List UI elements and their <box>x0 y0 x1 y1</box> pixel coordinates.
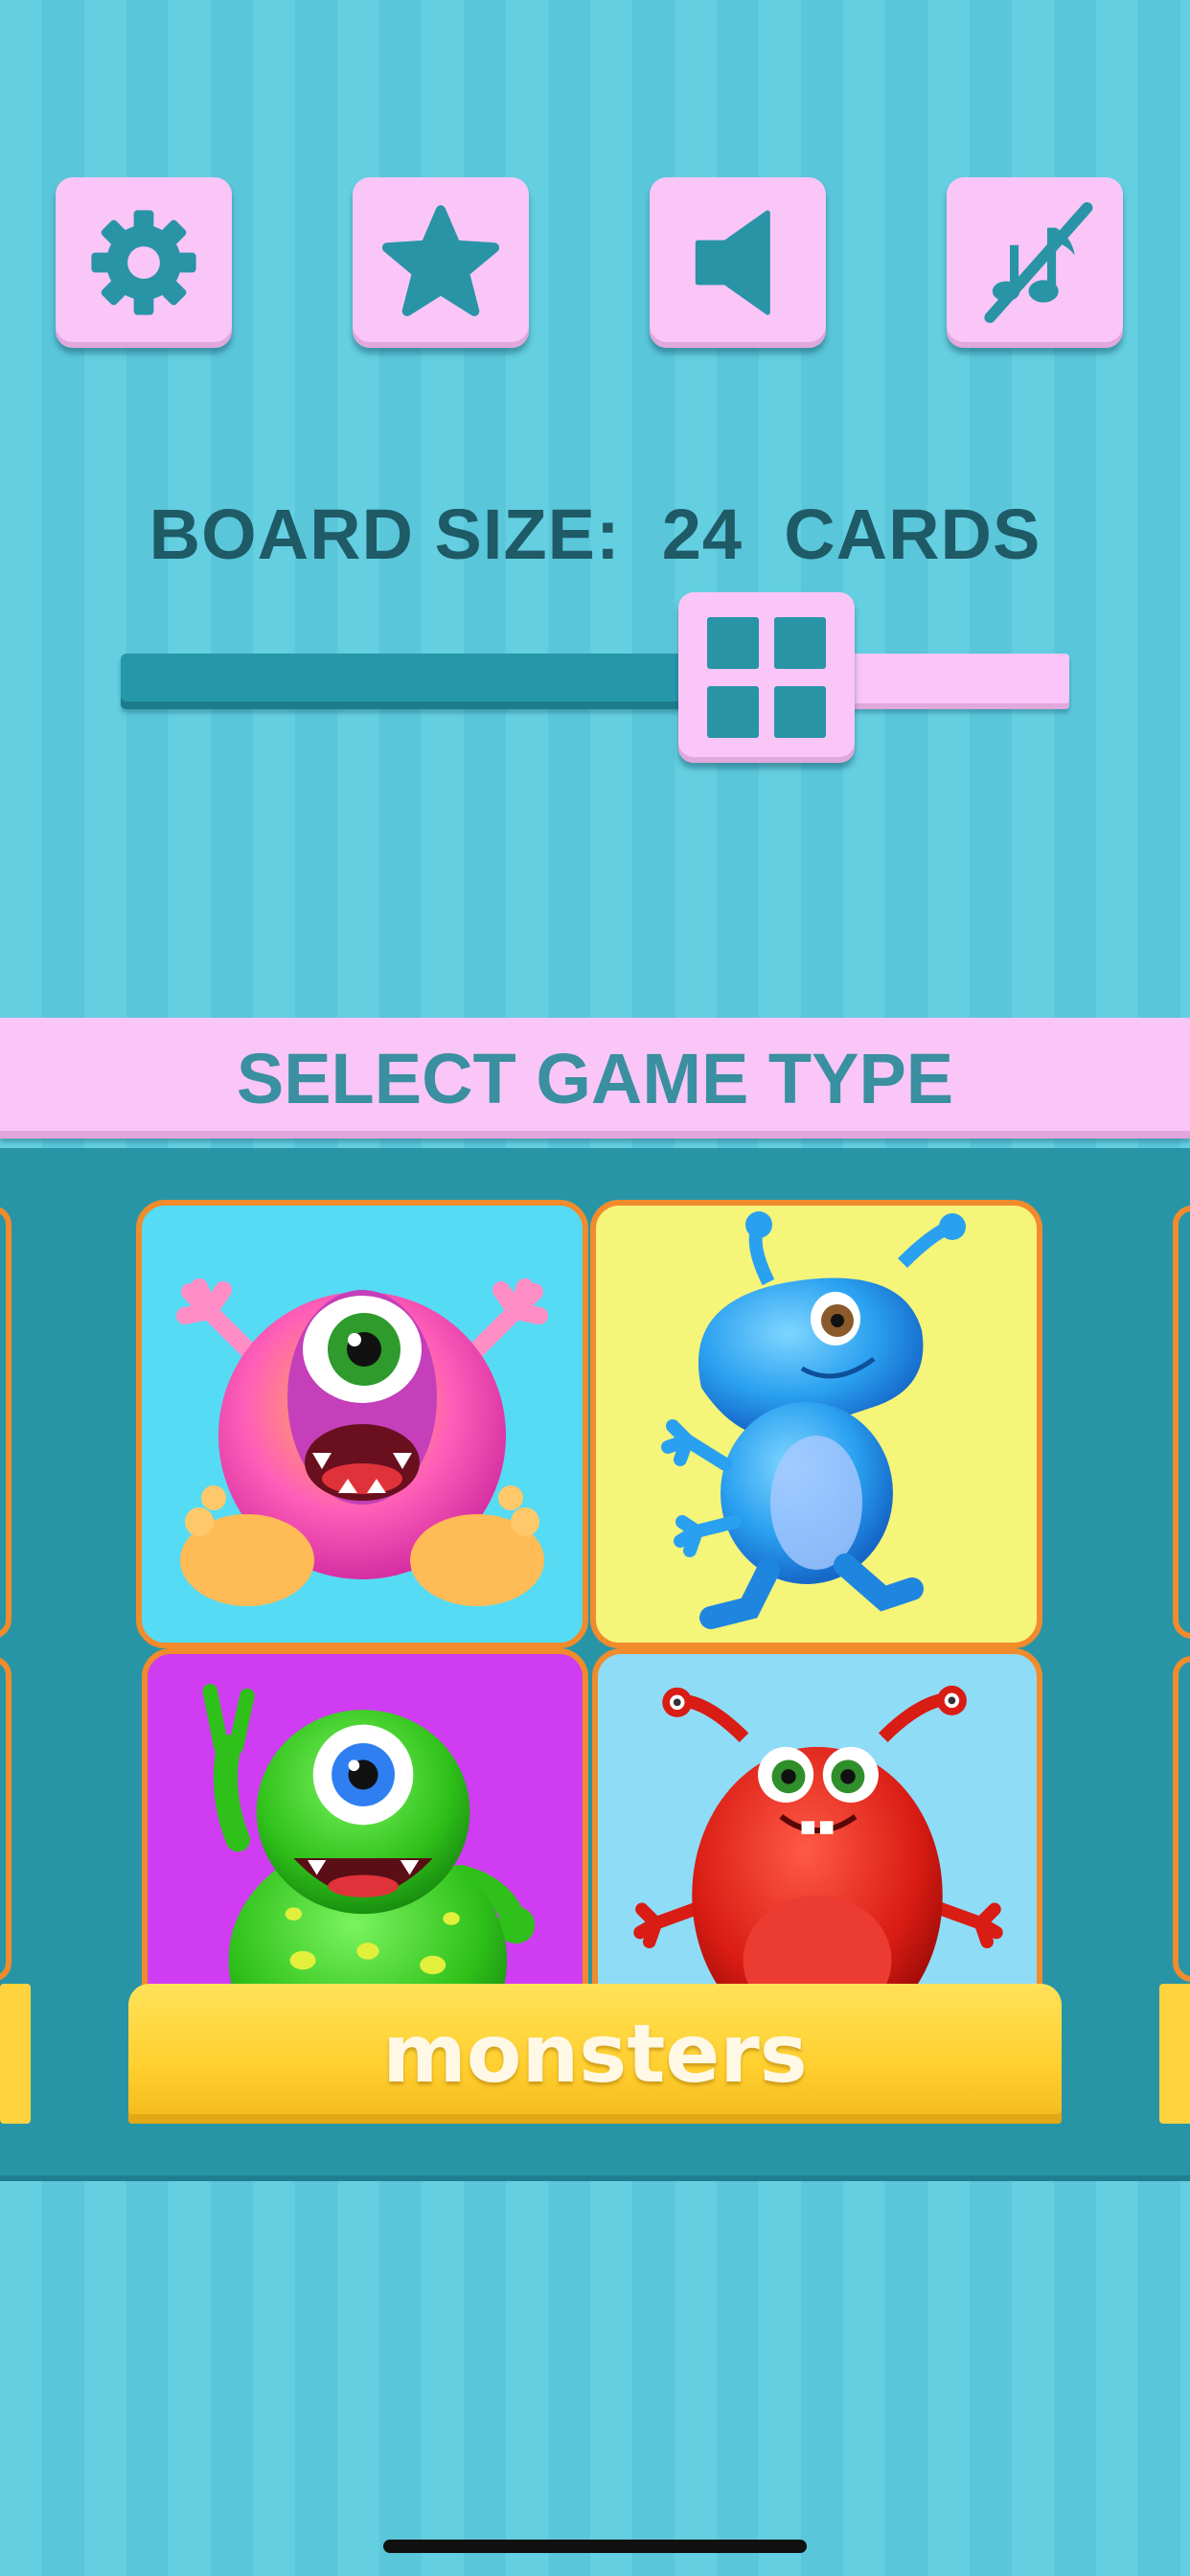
next-game-type-tag <box>1159 1984 1190 2124</box>
green-cyclops-monster-image <box>202 1683 536 2007</box>
board-size-label: BOARD SIZE: 24 CARDS <box>149 494 1041 574</box>
gear-icon <box>91 210 196 315</box>
game-type-name: monsters <box>382 2007 808 2101</box>
next-game-type-card[interactable] <box>1173 1206 1190 1639</box>
star-icon <box>381 205 500 316</box>
monster-card-blue-alien <box>590 1200 1042 1648</box>
settings-button[interactable] <box>56 177 232 348</box>
slider-track-empty <box>843 654 1069 709</box>
blue-alien-monster-image <box>661 1211 966 1629</box>
game-type-name-tag: monsters <box>128 1984 1062 2124</box>
speaker-icon <box>695 210 770 315</box>
slider-track-filled <box>121 654 715 709</box>
music-button[interactable] <box>947 177 1123 348</box>
monster-card-green-cyclops <box>142 1648 588 2012</box>
prev-game-type-tag <box>0 1984 31 2124</box>
select-game-type-banner: SELECT GAME TYPE <box>0 1018 1190 1138</box>
home-indicator[interactable] <box>383 2540 807 2553</box>
monster-card-pink-cyclops <box>136 1200 588 1648</box>
rate-button[interactable] <box>353 177 529 348</box>
next-game-type-card-lower <box>1173 1656 1190 1982</box>
prev-game-type-card[interactable] <box>0 1206 11 1639</box>
prev-game-type-card-lower <box>0 1656 11 1982</box>
slider-thumb[interactable] <box>678 592 855 763</box>
monster-card-red-monster <box>592 1648 1042 2012</box>
music-muted-icon <box>984 201 1093 324</box>
sound-button[interactable] <box>650 177 826 348</box>
banner-title: SELECT GAME TYPE <box>236 1038 954 1118</box>
red-monster-image <box>633 1685 1003 2007</box>
pink-cyclops-monster-image <box>176 1278 548 1606</box>
